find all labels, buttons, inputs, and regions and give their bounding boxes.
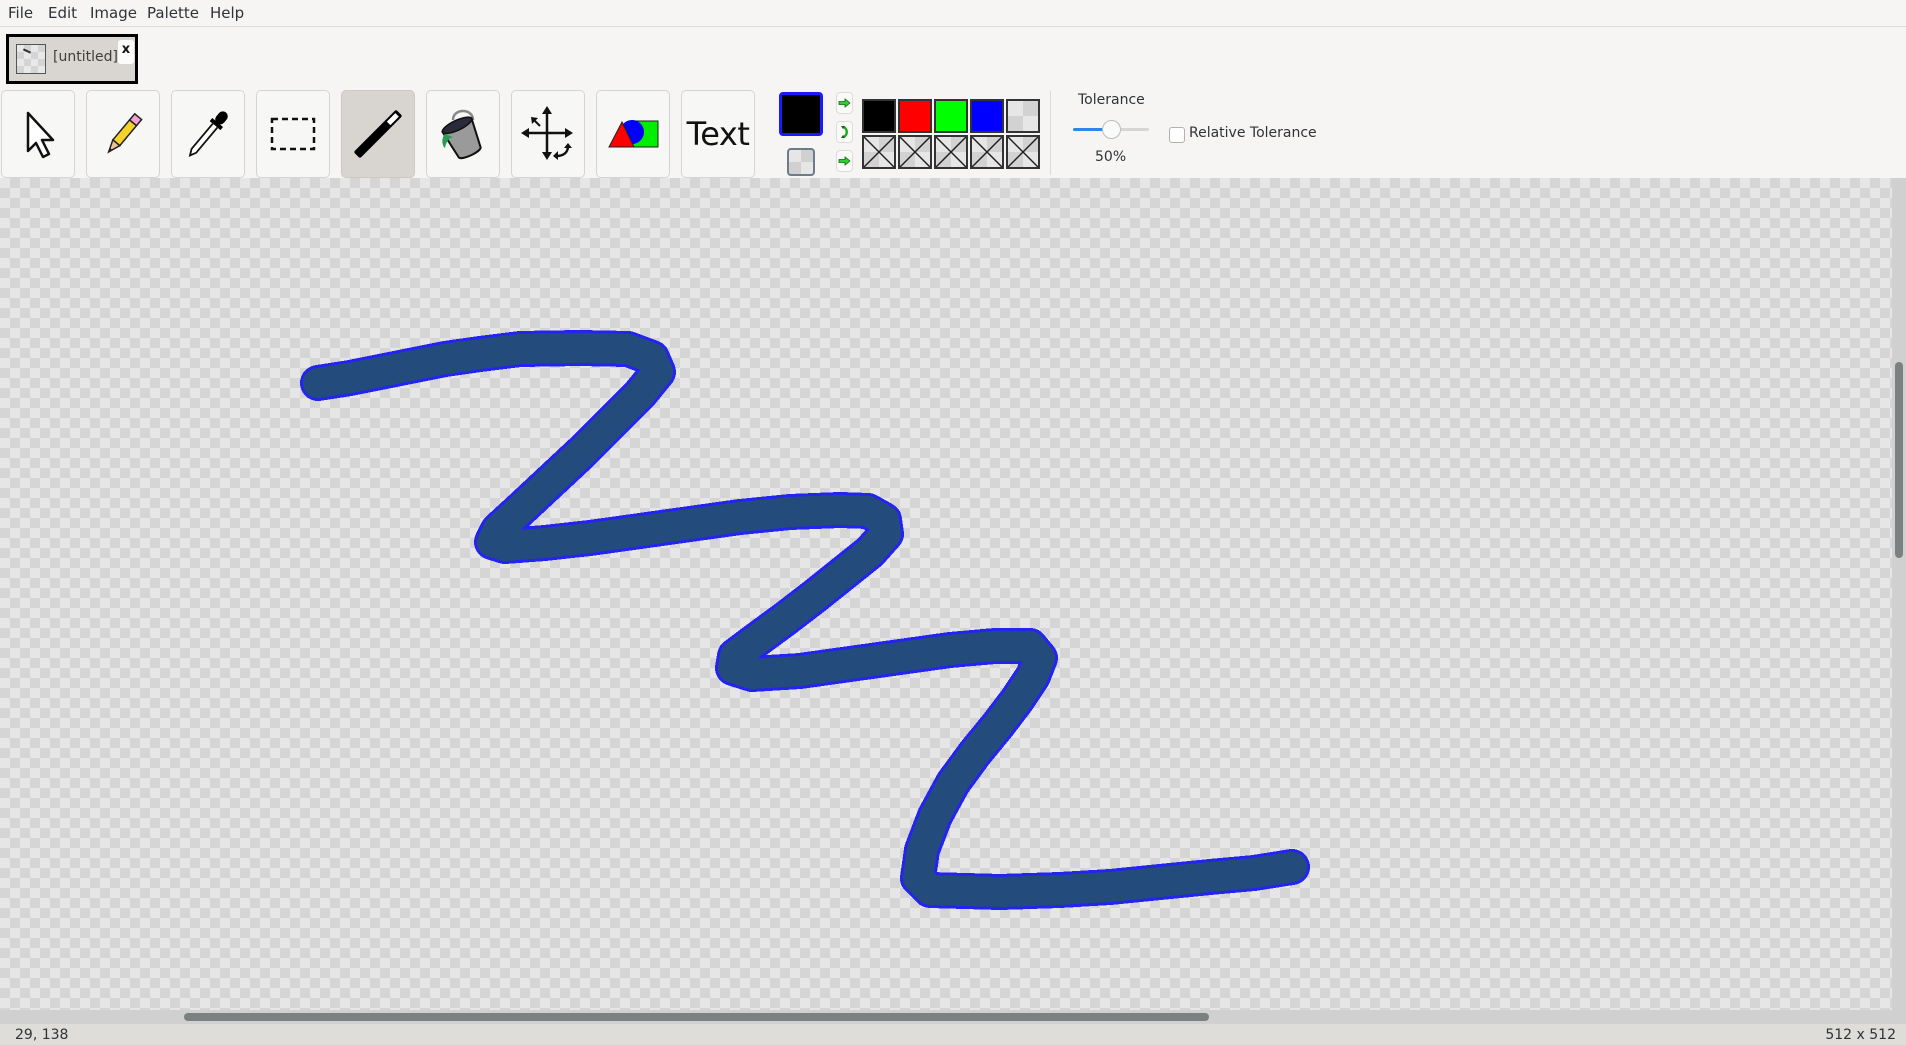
palette-swatch[interactable]: [862, 99, 896, 133]
palette-swatch[interactable]: [1006, 135, 1040, 169]
palette-swatch[interactable]: [898, 99, 932, 133]
tool-fill-button[interactable]: [426, 90, 500, 178]
image-size: 512 x 512: [1825, 1027, 1896, 1043]
tolerance-slider-knob[interactable]: [1101, 120, 1121, 139]
text-icon: Text: [686, 115, 750, 153]
brush-stroke-fill: [303, 333, 1307, 907]
horizontal-scrollbar[interactable]: [0, 1010, 1892, 1024]
menu-palette[interactable]: Palette: [147, 4, 199, 22]
arrow-pointer-icon: [26, 111, 55, 159]
palette-swatch[interactable]: [1006, 99, 1040, 133]
document-tab-title: [untitled]: [53, 49, 118, 65]
tolerance-label: Tolerance: [1078, 92, 1145, 108]
tolerance-value: 50%: [1095, 149, 1127, 165]
status-bar: 29, 138 512 x 512: [0, 1024, 1906, 1045]
tool-pencil-button[interactable]: [86, 90, 160, 178]
primary-color-swatch[interactable]: [779, 92, 823, 136]
menu-help[interactable]: Help: [210, 4, 244, 22]
magic-wand-icon: [354, 110, 402, 158]
horizontal-scrollbar-thumb[interactable]: [183, 1013, 1209, 1021]
document-tab-strip: [untitled] x: [0, 27, 1906, 87]
set-secondary-button[interactable]: [836, 150, 853, 172]
drawing-canvas[interactable]: [0, 178, 1892, 1010]
shapes-icon: [608, 120, 659, 148]
palette-swatch[interactable]: [970, 99, 1004, 133]
document-tab[interactable]: [untitled] x: [6, 34, 138, 84]
document-thumbnail: [16, 44, 46, 74]
toolbar: Text Tolerance 50% Relative Tolerance: [0, 87, 1906, 178]
relative-tolerance-label[interactable]: Relative Tolerance: [1189, 125, 1317, 141]
palette-swatch[interactable]: [934, 99, 968, 133]
paint-bucket-icon: [441, 109, 482, 160]
menu-edit[interactable]: Edit: [48, 4, 77, 22]
empty-slot-icon: [972, 137, 1002, 167]
palette-swatch[interactable]: [934, 135, 968, 169]
move-arrows-icon: [521, 106, 573, 160]
tool-magic-wand-button[interactable]: [341, 90, 415, 178]
swap-colors-button[interactable]: [836, 121, 853, 143]
tool-move-button[interactable]: [511, 90, 585, 178]
eyedropper-icon: [188, 111, 228, 157]
empty-slot-icon: [900, 137, 930, 167]
set-primary-arrow-icon: [838, 98, 851, 108]
tool-rectangle-select-button[interactable]: [256, 90, 330, 178]
tool-pointer-button[interactable]: [1, 90, 75, 178]
dashed-rectangle-icon: [270, 117, 316, 151]
cursor-position: 29, 138: [15, 1027, 69, 1043]
empty-slot-icon: [864, 137, 894, 167]
palette-swatch[interactable]: [970, 135, 1004, 169]
vertical-scrollbar-thumb[interactable]: [1895, 361, 1903, 559]
empty-slot-icon: [1008, 137, 1038, 167]
tool-shapes-button[interactable]: [596, 90, 670, 178]
swap-colors-icon: [840, 125, 848, 139]
set-primary-button[interactable]: [836, 92, 853, 114]
palette-swatch[interactable]: [862, 135, 896, 169]
tolerance-slider[interactable]: [1073, 119, 1149, 139]
menu-file[interactable]: File: [8, 4, 33, 22]
secondary-color-swatch[interactable]: [787, 148, 815, 176]
close-tab-button[interactable]: x: [118, 40, 134, 64]
empty-slot-icon: [936, 137, 966, 167]
palette-swatch[interactable]: [898, 135, 932, 169]
canvas-viewport[interactable]: [0, 178, 1892, 1010]
tool-text-button[interactable]: Text: [681, 90, 755, 178]
menu-bar: File Edit Image Palette Help: [0, 0, 1906, 27]
set-secondary-arrow-icon: [838, 156, 851, 166]
relative-tolerance-checkbox[interactable]: [1169, 127, 1185, 143]
pencil-icon: [107, 112, 143, 154]
menu-image[interactable]: Image: [90, 4, 137, 22]
scrollbar-corner: [1892, 1010, 1906, 1024]
vertical-scrollbar[interactable]: [1892, 178, 1906, 1010]
tool-color-picker-button[interactable]: [171, 90, 245, 178]
toolbar-separator: [1050, 91, 1051, 175]
